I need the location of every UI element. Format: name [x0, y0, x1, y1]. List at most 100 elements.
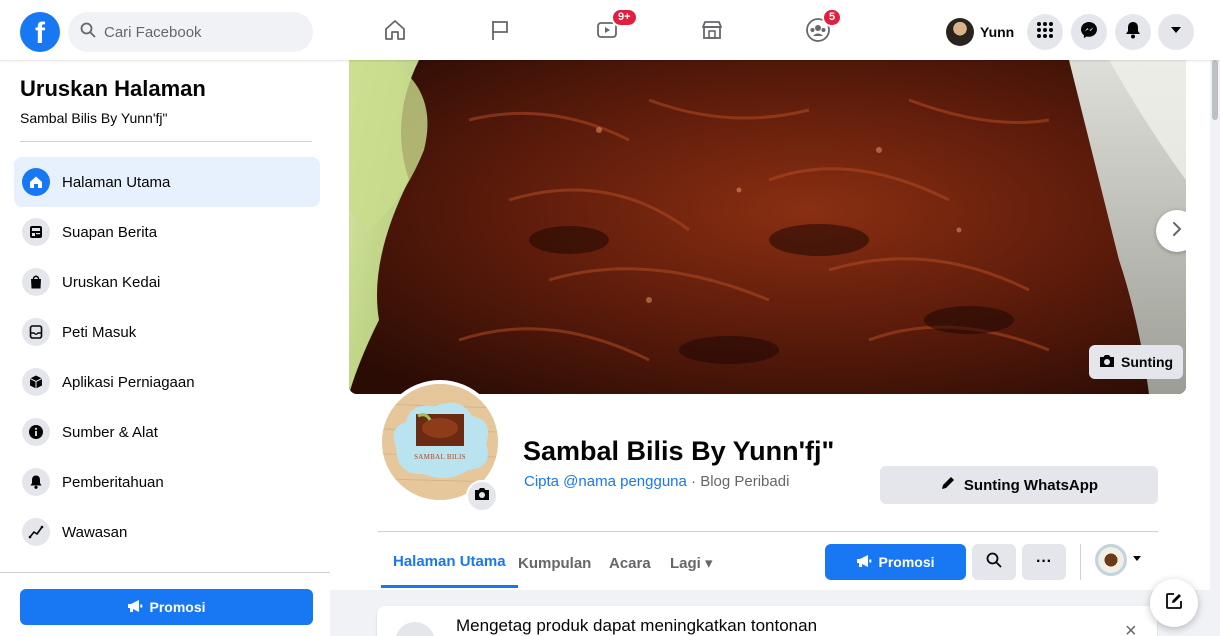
compose-icon [1165, 592, 1183, 615]
new-message-button[interactable] [1150, 579, 1198, 627]
sidebar-item-halaman-utama[interactable]: Halaman Utama [14, 157, 320, 207]
divider [1080, 544, 1081, 580]
account-button[interactable] [1158, 14, 1194, 50]
bell-icon [22, 468, 50, 496]
meta-separator: · [686, 473, 701, 490]
divider [20, 141, 312, 142]
edit-whatsapp-button[interactable]: Sunting WhatsApp [880, 466, 1158, 504]
news-feed-icon [22, 218, 50, 246]
megaphone-icon [127, 599, 143, 616]
messenger-icon [1080, 21, 1098, 44]
tab-lagi[interactable]: Lagi ▾ [658, 538, 725, 588]
sidebar-item-aplikasi-perniagaan[interactable]: Aplikasi Perniagaan [14, 357, 320, 407]
profile-shortcut[interactable]: Yunn [946, 14, 1014, 50]
avatar [946, 18, 974, 46]
notifications-button[interactable] [1115, 14, 1151, 50]
home-icon [383, 18, 407, 47]
manage-page-sidebar: Uruskan Halaman Sambal Bilis By Yunn'fj"… [0, 60, 330, 636]
inbox-icon [22, 318, 50, 346]
edit-cover-button[interactable]: Sunting [1089, 345, 1184, 379]
cover-image [349, 60, 1186, 394]
sidebar-item-peti-masuk[interactable]: Peti Masuk [14, 307, 320, 357]
menu-button[interactable] [1027, 14, 1063, 50]
caret-down-icon [1169, 23, 1183, 42]
page-scrollbar[interactable] [1210, 60, 1220, 636]
avatar [1095, 544, 1127, 576]
nav-watch[interactable]: 9+ [575, 8, 639, 54]
chevron-right-icon [1170, 221, 1184, 242]
promote-button[interactable]: Promosi [825, 544, 966, 580]
search-box[interactable] [68, 12, 313, 52]
tab-acara[interactable]: Acara [597, 538, 663, 588]
divider [378, 531, 1158, 532]
close-icon[interactable]: × [1125, 620, 1137, 636]
nav-groups[interactable]: 5 [786, 8, 850, 54]
tag-icon [395, 622, 435, 636]
product-tag-notice: Mengetag produk dapat meningkatkan tonto… [377, 606, 1157, 636]
sidebar-item-label: Aplikasi Perniagaan [62, 373, 195, 391]
info-icon [22, 418, 50, 446]
scrollbar-thumb[interactable] [1212, 60, 1218, 120]
more-options-button[interactable]: ··· [1022, 544, 1066, 580]
marketplace-icon [700, 18, 724, 47]
page-header-card: Sunting SAMBAL BILIS Sambal Bilis By Yun… [330, 60, 1210, 590]
sidebar-item-label: Peti Masuk [62, 323, 137, 341]
facebook-logo[interactable]: f [20, 12, 60, 52]
sidebar-item-wawasan[interactable]: Wawasan [14, 507, 320, 557]
page-title: Sambal Bilis By Yunn'fj" [523, 436, 835, 466]
sidebar-item-label: Suapan Berita [62, 223, 158, 241]
promote-label: Promosi [149, 599, 206, 615]
insights-icon [22, 518, 50, 546]
page-main-content: Sunting SAMBAL BILIS Sambal Bilis By Yun… [330, 60, 1210, 636]
groups-badge: 5 [822, 8, 843, 27]
caret-down-icon [1131, 551, 1143, 569]
watch-badge: 9+ [611, 8, 638, 27]
more-options-label: ··· [1036, 553, 1052, 570]
search-icon [986, 552, 1002, 573]
grid-menu-icon [1036, 21, 1054, 44]
camera-icon [1099, 354, 1115, 371]
sidebar-item-suapan-berita[interactable]: Suapan Berita [14, 207, 320, 257]
sidebar-item-label: Pemberitahuan [62, 473, 164, 491]
sidebar-item-label: Halaman Utama [62, 173, 171, 191]
edit-profile-picture-button[interactable] [466, 480, 498, 512]
sidebar-item-label: Uruskan Kedai [62, 273, 161, 291]
switch-profile-button[interactable] [1095, 544, 1143, 576]
pencil-icon [940, 475, 956, 495]
notice-text: Mengetag produk dapat meningkatkan tonto… [456, 616, 818, 635]
cube-icon [22, 368, 50, 396]
cover-photo[interactable]: Sunting [349, 60, 1186, 394]
tab-kumpulan[interactable]: Kumpulan [506, 538, 603, 588]
nav-marketplace[interactable] [680, 10, 744, 54]
create-username-link[interactable]: Cipta @nama pengguna [524, 473, 687, 490]
bell-icon [1124, 21, 1142, 44]
tab-halaman-utama[interactable]: Halaman Utama [381, 538, 518, 588]
nav-pages[interactable] [468, 10, 532, 54]
flag-icon [488, 18, 512, 47]
sidebar-item-uruskan-kedai[interactable]: Uruskan Kedai [14, 257, 320, 307]
sidebar-title: Uruskan Halaman [20, 76, 206, 101]
sidebar-item-label: Wawasan [62, 523, 128, 541]
home-icon [22, 168, 50, 196]
sidebar-item-sumber-alat[interactable]: Sumber & Alat [14, 407, 320, 457]
edit-whatsapp-label: Sunting WhatsApp [963, 476, 1099, 494]
search-icon [80, 22, 96, 43]
sidebar-item-label: Sumber & Alat [62, 423, 158, 441]
edit-cover-label: Sunting [1121, 354, 1174, 370]
messenger-button[interactable] [1071, 14, 1107, 50]
page-subtitle: Cipta @nama pengguna · Blog Peribadi [524, 473, 789, 490]
page-search-button[interactable] [972, 544, 1016, 580]
sidebar-item-pemberitahuan[interactable]: Pemberitahuan [14, 457, 320, 507]
top-navigation-bar: f 9+ 5 Yunn [0, 0, 1220, 60]
megaphone-icon [856, 554, 872, 571]
profile-image-caption: SAMBAL BILIS [414, 453, 466, 461]
nav-home[interactable] [363, 10, 427, 54]
shopping-bag-icon [22, 268, 50, 296]
sidebar-page-name: Sambal Bilis By Yunn'fj" [20, 110, 168, 126]
sidebar-footer: Promosi [0, 572, 330, 636]
camera-icon [474, 487, 490, 506]
promote-label: Promosi [878, 554, 935, 570]
promote-button-sidebar[interactable]: Promosi [20, 589, 313, 625]
user-name: Yunn [980, 24, 1015, 40]
search-input[interactable] [104, 23, 294, 41]
